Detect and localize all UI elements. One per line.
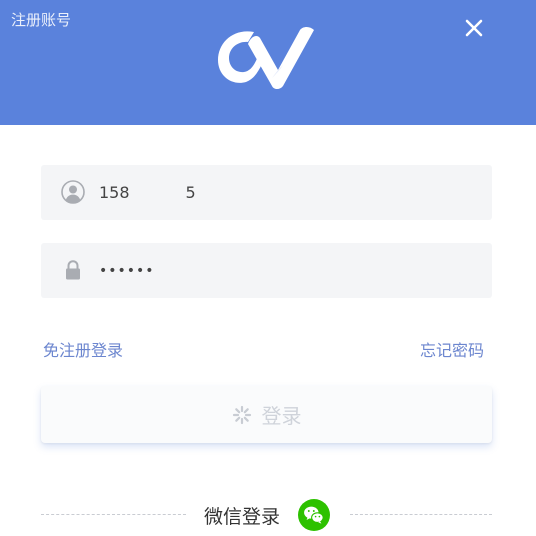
header: 注册账号	[0, 0, 536, 125]
forgot-password-link[interactable]: 忘记密码	[420, 337, 484, 361]
logo-icon	[218, 27, 314, 89]
close-icon[interactable]	[460, 14, 488, 42]
wechat-icon[interactable]	[298, 499, 330, 531]
wechat-login-label: 微信登录	[204, 506, 281, 528]
divider-right	[350, 514, 492, 515]
user-icon	[61, 180, 85, 204]
password-field	[41, 243, 492, 298]
free-register-login-link[interactable]: 免注册登录	[43, 337, 123, 361]
login-button-label: 登录	[261, 404, 302, 428]
phone-field	[41, 165, 492, 220]
divider-left	[41, 514, 186, 515]
phone-input[interactable]	[99, 165, 469, 220]
login-button[interactable]: 登录	[41, 386, 492, 443]
lock-icon	[66, 260, 80, 280]
password-input[interactable]	[99, 243, 469, 298]
register-link[interactable]: 注册账号	[11, 9, 71, 30]
spinner-icon	[232, 405, 251, 424]
